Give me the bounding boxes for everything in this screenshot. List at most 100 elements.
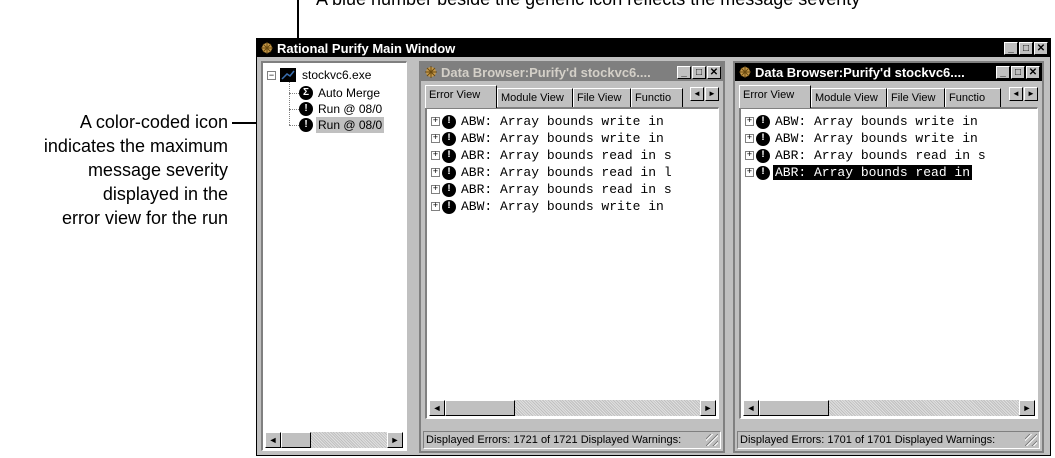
error-list[interactable]: + ! ABW: Array bounds write in + ! ABW: … <box>425 107 719 419</box>
main-window-title: Rational Purify Main Window <box>277 40 456 56</box>
error-text: ABR: Array bounds read in l <box>461 165 672 180</box>
error-row[interactable]: + ! ABW: Array bounds write in <box>431 130 666 147</box>
close-button[interactable]: ✕ <box>707 65 721 79</box>
callout-line: displayed in the <box>102 184 228 204</box>
maximize-button[interactable]: □ <box>1019 41 1033 55</box>
executable-icon <box>280 68 296 82</box>
resize-grip[interactable] <box>706 434 718 446</box>
scroll-thumb[interactable] <box>281 432 311 448</box>
error-text: ABR: Array bounds read in <box>773 165 973 180</box>
close-button[interactable]: ✕ <box>1026 65 1040 79</box>
expand-toggle[interactable]: + <box>431 202 440 211</box>
minimize-button[interactable]: _ <box>996 65 1010 79</box>
run-tree-panel[interactable]: − stockvc6.exe Σ Auto Merge ! Run @ 08/0… <box>261 61 407 451</box>
severity-icon: ! <box>299 102 313 116</box>
error-text: ABW: Array bounds write in <box>775 114 978 129</box>
minimize-button[interactable]: _ <box>1004 41 1018 55</box>
expand-toggle[interactable]: + <box>431 117 440 126</box>
error-list[interactable]: + ! ABW: Array bounds write in + ! ABW: … <box>739 107 1038 419</box>
error-row-selected[interactable]: + ! ABR: Array bounds read in <box>745 164 973 181</box>
tab-scroll-right-button[interactable]: ► <box>705 87 719 101</box>
tree-horizontal-scrollbar[interactable]: ◄ ► <box>265 432 403 448</box>
tree-item-run[interactable]: ! Run @ 08/0 <box>299 101 384 117</box>
tree-item-label: stockvc6.exe <box>302 68 372 82</box>
scroll-left-button[interactable]: ◄ <box>743 400 759 416</box>
maximize-button[interactable]: □ <box>1011 65 1025 79</box>
data-browser-titlebar[interactable]: Data Browser:Purify'd stockvc6.... _ □ ✕ <box>735 63 1042 81</box>
tab-error-view[interactable]: Error View <box>425 85 497 108</box>
tab-scroll-left-button[interactable]: ◄ <box>690 87 704 101</box>
callout-line: A color-coded icon <box>79 112 228 132</box>
error-text: ABR: Array bounds read in s <box>461 148 672 163</box>
tree-item-label: Auto Merge <box>318 86 381 100</box>
status-bar: Displayed Errors: 1701 of 1701 Displayed… <box>737 431 1040 449</box>
tree-connector <box>289 109 299 110</box>
error-row[interactable]: + ! ABW: Array bounds write in <box>745 113 980 130</box>
expand-toggle[interactable]: + <box>431 151 440 160</box>
severity-icon: ! <box>756 114 770 129</box>
expand-toggle[interactable]: + <box>745 168 754 177</box>
callout-line: indicates the maximum <box>43 136 228 156</box>
tree-item-root[interactable]: − stockvc6.exe <box>267 67 373 83</box>
tree-item-auto-merge[interactable]: Σ Auto Merge <box>299 85 382 101</box>
tree-item-run-selected[interactable]: ! Run @ 08/0 <box>299 117 385 133</box>
tab-function-view[interactable]: Functio <box>631 88 683 107</box>
callout-top: A blue number beside the generic icon re… <box>316 0 860 11</box>
maximize-button[interactable]: □ <box>692 65 706 79</box>
error-row[interactable]: + ! ABW: Array bounds write in <box>431 113 666 130</box>
data-browser-titlebar[interactable]: Data Browser:Purify'd stockvc6.... _ □ ✕ <box>421 63 723 81</box>
scroll-right-button[interactable]: ► <box>387 432 403 448</box>
tab-error-view[interactable]: Error View <box>739 85 811 108</box>
error-text: ABR: Array bounds read in s <box>775 148 986 163</box>
callout-line: message severity <box>87 160 228 180</box>
scroll-right-button[interactable]: ► <box>700 400 716 416</box>
severity-icon: ! <box>442 131 456 146</box>
error-text: ABW: Array bounds write in <box>461 131 664 146</box>
expand-toggle[interactable]: + <box>745 151 754 160</box>
tab-scroll-left-button[interactable]: ◄ <box>1009 87 1023 101</box>
severity-icon: ! <box>442 199 456 214</box>
scroll-right-button[interactable]: ► <box>1019 400 1035 416</box>
error-text: ABW: Array bounds write in <box>461 199 664 214</box>
severity-icon: ! <box>756 131 770 146</box>
expand-toggle[interactable]: + <box>745 117 754 126</box>
error-row[interactable]: + ! ABR: Array bounds read in s <box>431 147 674 164</box>
severity-icon: ! <box>299 118 313 132</box>
error-list-horizontal-scrollbar[interactable]: ◄ ► <box>429 400 716 416</box>
scroll-left-button[interactable]: ◄ <box>429 400 445 416</box>
status-text: Displayed Errors: 1721 of 1721 Displayed… <box>426 434 682 446</box>
error-list-horizontal-scrollbar[interactable]: ◄ ► <box>743 400 1035 416</box>
tab-module-view[interactable]: Module View <box>497 88 573 107</box>
error-row[interactable]: + ! ABR: Array bounds read in s <box>431 181 674 198</box>
error-row[interactable]: + ! ABW: Array bounds write in <box>745 130 980 147</box>
error-row[interactable]: + ! ABR: Array bounds read in s <box>745 147 988 164</box>
scroll-left-button[interactable]: ◄ <box>265 432 281 448</box>
purify-app-icon <box>738 65 752 79</box>
tab-file-view[interactable]: File View <box>573 88 631 107</box>
expand-toggle[interactable]: + <box>431 134 440 143</box>
tab-module-view[interactable]: Module View <box>811 88 887 107</box>
data-browser-window: Data Browser:Purify'd stockvc6.... _ □ ✕… <box>419 61 725 453</box>
tree-item-label: Run @ 08/0 <box>318 102 383 116</box>
expand-toggle[interactable]: + <box>431 185 440 194</box>
scroll-thumb[interactable] <box>759 400 829 416</box>
error-row[interactable]: + ! ABW: Array bounds write in <box>431 198 666 215</box>
close-button[interactable]: ✕ <box>1034 41 1048 55</box>
main-window: Rational Purify Main Window _ □ ✕ − stoc… <box>256 38 1051 456</box>
purify-app-icon <box>424 65 438 79</box>
tab-scroll-right-button[interactable]: ► <box>1024 87 1038 101</box>
resize-grip[interactable] <box>1025 434 1037 446</box>
status-text: Displayed Errors: 1701 of 1701 Displayed… <box>740 434 996 446</box>
main-titlebar[interactable]: Rational Purify Main Window _ □ ✕ <box>257 39 1050 57</box>
collapse-toggle[interactable]: − <box>267 70 276 80</box>
tree-connector <box>289 125 299 126</box>
expand-toggle[interactable]: + <box>745 134 754 143</box>
severity-icon: ! <box>442 148 456 163</box>
expand-toggle[interactable]: + <box>431 168 440 177</box>
error-row[interactable]: + ! ABR: Array bounds read in l <box>431 164 674 181</box>
tab-file-view[interactable]: File View <box>887 88 945 107</box>
tree-item-label: Run @ 08/0 <box>316 117 385 133</box>
scroll-thumb[interactable] <box>445 400 515 416</box>
minimize-button[interactable]: _ <box>677 65 691 79</box>
tab-function-view[interactable]: Functio <box>945 88 1001 107</box>
